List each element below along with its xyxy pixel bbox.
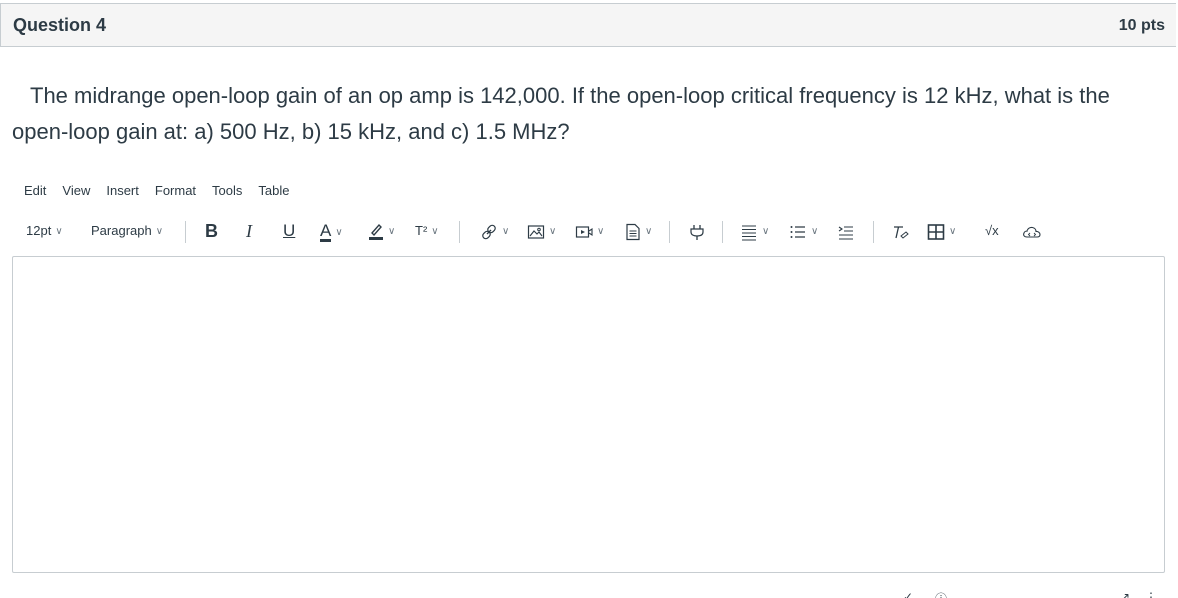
chevron-down-icon: ∨ (335, 227, 343, 238)
keyboard-shortcuts-icon[interactable]: ✓ (903, 590, 913, 598)
chevron-down-icon: ∨ (431, 226, 439, 237)
question-text: The midrange open-loop gain of an op amp… (12, 83, 1110, 144)
table-button[interactable]: ∨ (927, 218, 956, 244)
chevron-down-icon: ∨ (502, 226, 510, 237)
fullscreen-icon[interactable]: ↗ (1120, 590, 1130, 598)
menu-tools[interactable]: Tools (212, 183, 242, 198)
editor-statusbar: ✓ ⓘ ↗ ⋮ (0, 588, 1178, 598)
list-button[interactable]: ∨ (789, 218, 818, 244)
table-icon (927, 223, 945, 240)
indent-button[interactable] (837, 218, 855, 244)
chevron-down-icon: ∨ (762, 226, 770, 237)
chevron-down-icon: ∨ (949, 226, 957, 237)
block-format-select[interactable]: Paragraph ∨ (91, 218, 163, 244)
indent-icon (838, 226, 853, 240)
image-button[interactable]: ∨ (527, 218, 556, 244)
align-icon (742, 225, 756, 241)
toolbar-divider (669, 221, 670, 243)
superscript-icon: T² (415, 223, 428, 238)
chevron-down-icon: ∨ (597, 226, 605, 237)
underline-button[interactable]: U (283, 218, 295, 244)
highlight-color-button[interactable]: ∨ (368, 218, 395, 244)
list-icon (790, 225, 805, 238)
toolbar-divider (459, 221, 460, 243)
cloud-embed-button[interactable] (1022, 218, 1042, 244)
chevron-down-icon: ∨ (811, 226, 819, 237)
editor-toolbar: 12pt ∨ Paragraph ∨ B I U A ∨ ∨ T² ∨ ∨ ∨ … (0, 218, 1178, 244)
chevron-down-icon: ∨ (155, 226, 164, 237)
document-button[interactable]: ∨ (625, 218, 652, 244)
italic-icon: I (246, 221, 252, 241)
plug-icon (690, 224, 704, 240)
chevron-down-icon: ∨ (645, 226, 653, 237)
resize-handle-icon[interactable]: ⋮ (1145, 590, 1157, 598)
editor-menubar: Edit View Insert Format Tools Table (24, 183, 305, 198)
sqrt-icon: √x (985, 223, 999, 238)
text-color-icon: A (320, 221, 332, 242)
apps-plugin-button[interactable] (688, 218, 706, 244)
block-format-value: Paragraph (91, 223, 152, 238)
accessibility-checker-icon[interactable]: ⓘ (935, 590, 947, 598)
image-icon (527, 224, 545, 239)
rich-text-editor-area[interactable] (12, 256, 1165, 573)
clear-formatting-button[interactable] (891, 218, 909, 244)
equation-button[interactable]: √x (985, 218, 999, 244)
underline-icon: U (283, 221, 296, 240)
bold-button[interactable]: B (205, 218, 218, 244)
font-size-select[interactable]: 12pt ∨ (26, 218, 63, 244)
align-button[interactable]: ∨ (740, 218, 769, 244)
media-icon (575, 225, 593, 238)
link-button[interactable]: ∨ (480, 218, 509, 244)
menu-insert[interactable]: Insert (106, 183, 139, 198)
cloud-icon (1023, 226, 1041, 238)
font-size-value: 12pt (26, 223, 52, 238)
chevron-down-icon: ∨ (55, 226, 63, 237)
superscript-button[interactable]: T² ∨ (415, 218, 439, 244)
document-icon (626, 223, 640, 240)
toolbar-divider (873, 221, 874, 243)
toolbar-divider (185, 221, 186, 243)
media-button[interactable]: ∨ (575, 218, 604, 244)
chevron-down-icon: ∨ (388, 226, 396, 237)
question-title: Question 4 (13, 15, 107, 35)
menu-view[interactable]: View (62, 183, 90, 198)
highlighter-icon (369, 223, 383, 240)
italic-button[interactable]: I (246, 218, 252, 244)
toolbar-divider (722, 221, 723, 243)
text-color-button[interactable]: A ∨ (320, 218, 343, 244)
chevron-down-icon: ∨ (549, 226, 557, 237)
menu-format[interactable]: Format (155, 183, 196, 198)
question-header: Question 4 10 pts (0, 3, 1176, 47)
menu-table[interactable]: Table (258, 183, 289, 198)
clear-formatting-icon (894, 225, 909, 239)
bold-icon: B (205, 221, 218, 241)
question-points: 10 pts (1118, 17, 1165, 34)
link-icon (482, 224, 496, 239)
menu-edit[interactable]: Edit (24, 183, 46, 198)
